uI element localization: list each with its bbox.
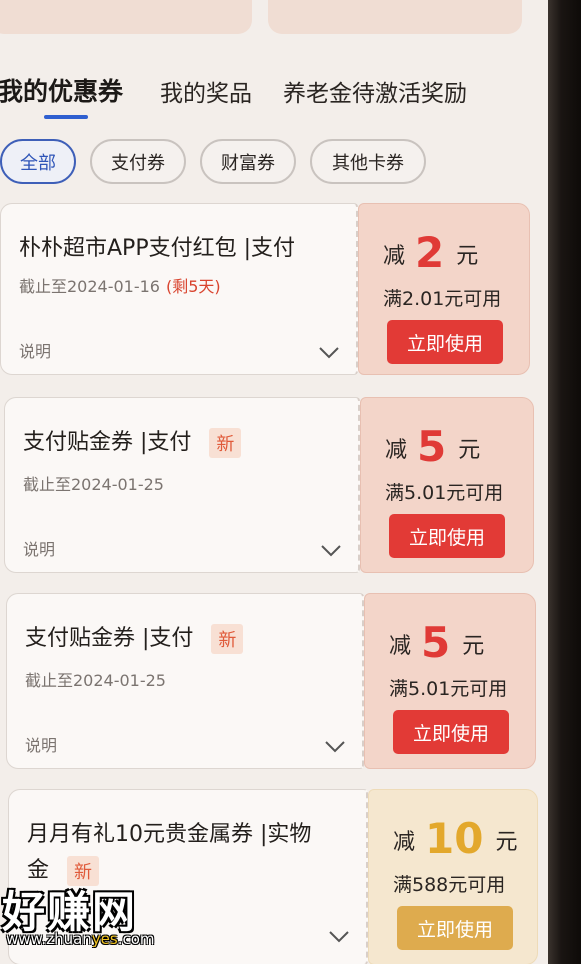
- phone-screen: 我的优惠券 我的奖品 养老金待激活奖励 全部 支付券 财富券 其他卡券 朴朴超市…: [0, 0, 548, 964]
- amount-prefix: 减: [393, 830, 416, 855]
- watermark-url: www.zhuanyes.com: [6, 930, 155, 948]
- coupon-info[interactable]: 朴朴超市APP支付红包 |支付 截止至2024-01-16 (剩5天) 说明: [0, 203, 358, 375]
- coupon-card: 支付贴金券 |支付新 截止至2024-01-25 说明 减5元 满5.01元可用…: [4, 397, 534, 573]
- tab-bar: 我的优惠券 我的奖品 养老金待激活奖励: [0, 72, 548, 119]
- amount-unit: 元: [456, 244, 479, 269]
- new-badge: 新: [209, 428, 242, 458]
- coupon-amount: 减2元: [383, 228, 478, 277]
- amount-value: 5: [421, 618, 451, 667]
- new-badge: 新: [211, 624, 244, 654]
- coupon-description-link[interactable]: 说明: [23, 536, 55, 560]
- coupon-amount: 减5元: [389, 618, 484, 667]
- coupon-deadline: 截止至2024-01-25: [25, 671, 166, 690]
- coupon-description-link[interactable]: 说明: [19, 338, 51, 362]
- chevron-down-icon[interactable]: [324, 740, 346, 754]
- coupon-remaining-days: (剩5天): [166, 277, 221, 296]
- coupon-title: 支付贴金券 |支付新: [23, 424, 242, 458]
- amount-value: 2: [415, 228, 445, 277]
- coupon-card: 朴朴超市APP支付红包 |支付 截止至2024-01-16 (剩5天) 说明 减2…: [0, 203, 530, 375]
- coupon-description-link[interactable]: 说明: [25, 732, 57, 756]
- amount-prefix: 减: [385, 438, 408, 463]
- coupon-card: 支付贴金券 |支付新 截止至2024-01-25 说明 减5元 满5.01元可用…: [6, 593, 536, 769]
- use-now-button[interactable]: 立即使用: [397, 906, 513, 950]
- coupon-title-text: 支付贴金券 |支付: [23, 430, 192, 455]
- coupon-deadline: 截止至2024-01-25: [23, 475, 164, 494]
- chevron-down-icon[interactable]: [328, 930, 350, 944]
- coupon-value-panel: 减 10 元 满588元可用 立即使用: [368, 789, 538, 964]
- amount-prefix: 减: [383, 244, 406, 269]
- coupon-value-panel: 减2元 满2.01元可用 立即使用: [358, 203, 530, 375]
- coupon-deadline: 截止至2024-01-16 (剩5天): [19, 273, 221, 297]
- amount-unit: 元: [495, 830, 518, 855]
- amount-value: 10: [425, 814, 484, 863]
- coupon-amount: 减5元: [385, 422, 480, 471]
- chevron-down-icon[interactable]: [320, 544, 342, 558]
- filter-chip-payment[interactable]: 支付券: [90, 139, 186, 184]
- top-card-left[interactable]: [0, 0, 252, 34]
- phone-bezel: [548, 0, 581, 964]
- coupon-info[interactable]: 支付贴金券 |支付新 截止至2024-01-25 说明: [4, 397, 360, 573]
- watermark-url-pre: www.zhuan: [6, 930, 92, 948]
- filter-chip-other[interactable]: 其他卡券: [310, 139, 426, 184]
- coupon-condition: 满588元可用: [393, 874, 506, 896]
- coupon-title: 月月有礼10元贵金属券 |实物: [27, 822, 312, 847]
- top-card-right[interactable]: [268, 0, 522, 34]
- amount-unit: 元: [458, 438, 481, 463]
- use-now-button[interactable]: 立即使用: [393, 710, 509, 754]
- watermark: 好赚网 www.zhuanyes.com: [2, 878, 202, 952]
- use-now-button[interactable]: 立即使用: [387, 320, 503, 364]
- coupon-title: 朴朴超市APP支付红包 |支付: [19, 236, 295, 261]
- filter-chip-wealth[interactable]: 财富券: [200, 139, 296, 184]
- coupon-condition: 满5.01元可用: [389, 678, 508, 700]
- coupon-condition: 满5.01元可用: [385, 482, 504, 504]
- amount-unit: 元: [462, 634, 485, 659]
- coupon-amount: 减 10 元: [393, 814, 517, 863]
- coupon-info[interactable]: 支付贴金券 |支付新 截止至2024-01-25 说明: [6, 593, 364, 769]
- coupon-value-panel: 减5元 满5.01元可用 立即使用: [364, 593, 536, 769]
- coupon-title: 支付贴金券 |支付新: [25, 620, 244, 654]
- tab-pension-rewards[interactable]: 养老金待激活奖励: [283, 74, 467, 108]
- chevron-down-icon[interactable]: [318, 346, 340, 360]
- filter-chip-all[interactable]: 全部: [0, 139, 76, 184]
- active-tab-indicator: [44, 115, 88, 119]
- coupon-value-panel: 减5元 满5.01元可用 立即使用: [360, 397, 534, 573]
- watermark-url-highlight: yes: [91, 930, 118, 948]
- tab-my-coupons[interactable]: 我的优惠券: [0, 72, 123, 108]
- coupon-title-text: 支付贴金券 |支付: [25, 626, 194, 651]
- amount-value: 5: [417, 422, 447, 471]
- watermark-url-post: .com: [117, 930, 155, 948]
- use-now-button[interactable]: 立即使用: [389, 514, 505, 558]
- coupon-deadline-text: 截止至2024-01-16: [19, 277, 160, 296]
- coupon-condition: 满2.01元可用: [383, 288, 502, 310]
- amount-prefix: 减: [389, 634, 412, 659]
- tab-my-prizes[interactable]: 我的奖品: [160, 74, 252, 108]
